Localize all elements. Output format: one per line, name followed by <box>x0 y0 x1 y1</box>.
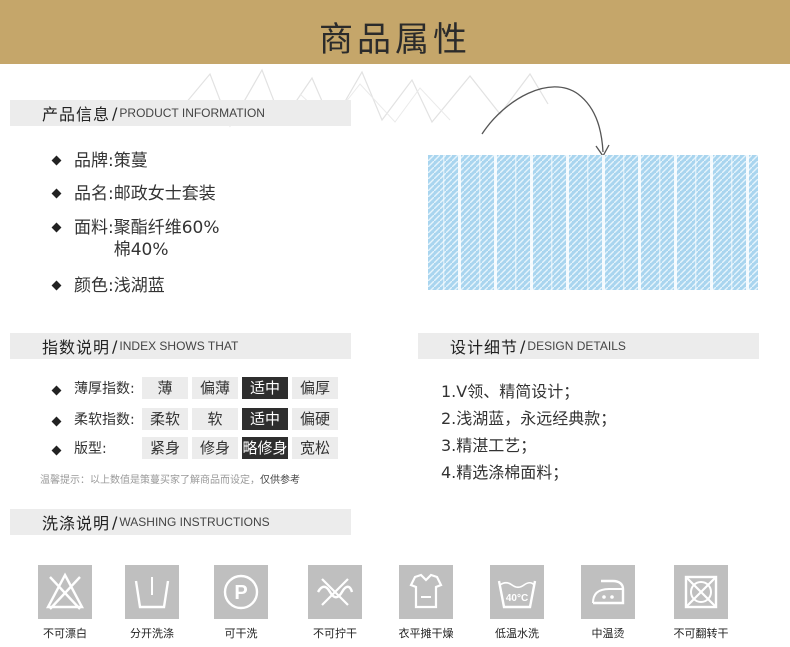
info-value: 聚酯纤维60% <box>113 218 220 238</box>
diamond-bullet-icon <box>52 446 62 456</box>
index-label-text: 薄厚指数: <box>74 381 135 397</box>
design-title-en: DESIGN DETAILS <box>527 339 626 353</box>
wash-label: 低温水洗 <box>495 627 539 640</box>
index-label: 薄厚指数: <box>52 378 142 398</box>
section-slash: / <box>520 336 526 356</box>
info-value-line2: 棉40% <box>113 240 169 260</box>
info-label: 品牌: <box>74 151 114 171</box>
section-slash: / <box>112 103 118 123</box>
info-value-stack: 聚酯纤维60% 棉40% <box>114 217 220 261</box>
index-row-softness: 柔软指数: 柔软 软 适中 偏硬 <box>52 408 338 430</box>
diamond-bullet-icon <box>52 156 62 166</box>
index-option: 偏硬 <box>292 408 338 430</box>
washing-title-en: WASHING INSTRUCTIONS <box>119 515 270 529</box>
wash-temp-text: 40°C <box>506 593 528 604</box>
index-option: 修身 <box>192 437 238 459</box>
index-label: 版型: <box>52 438 142 458</box>
index-option: 宽松 <box>292 437 338 459</box>
no-bleach-icon <box>38 565 92 619</box>
info-label: 品名: <box>74 184 114 204</box>
info-value: 邮政女士套装 <box>113 184 216 204</box>
wash-label: 不可翻转干 <box>673 627 729 640</box>
svg-text:P: P <box>234 582 247 604</box>
section-slash: / <box>112 512 118 532</box>
separate-wash-icon <box>125 565 179 619</box>
info-row-fabric: 面料: 聚酯纤维60% 棉40% <box>52 217 220 261</box>
index-header: 指数说明 / INDEX SHOWS THAT <box>10 333 351 359</box>
index-option: 软 <box>192 408 238 430</box>
wash-item-medium-iron: 中温烫 <box>563 565 653 641</box>
index-row-fit: 版型: 紧身 修身 略修身 宽松 <box>52 437 338 459</box>
design-item: 2.浅湖蓝，永远经典款； <box>441 409 617 428</box>
diamond-bullet-icon <box>52 189 62 199</box>
index-label: 柔软指数: <box>52 409 142 429</box>
wash-item-separate: 分开洗涤 <box>107 565 197 641</box>
low-temp-wash-icon: 40°C <box>490 565 544 619</box>
fabric-swatch-image <box>428 155 758 290</box>
washing-header: 洗涤说明 / WASHING INSTRUCTIONS <box>10 509 351 535</box>
page-title: 商品属性 <box>319 20 471 60</box>
design-item: 4.精选涤棉面料； <box>441 463 569 482</box>
info-row-brand: 品牌: 策蔓 <box>52 150 148 172</box>
no-tumble-dry-icon <box>674 565 728 619</box>
diamond-bullet-icon <box>52 386 62 396</box>
product-info-header: 产品信息 / PRODUCT INFORMATION <box>10 100 351 126</box>
wash-item-no-bleach: 不可漂白 <box>20 565 110 641</box>
wash-label: 衣平摊干燥 <box>398 627 454 640</box>
section-slash: / <box>112 336 118 356</box>
index-option: 适中 <box>242 377 288 399</box>
design-title-zh: 设计细节 <box>450 338 519 357</box>
wash-label: 可干洗 <box>224 627 258 640</box>
index-option: 紧身 <box>142 437 188 459</box>
wash-item-dry-clean: P 可干洗 <box>196 565 286 641</box>
info-row-name: 品名: 邮政女士套装 <box>52 183 216 205</box>
info-label: 面料: <box>74 218 114 238</box>
index-option: 略修身 <box>242 437 288 459</box>
wash-label: 分开洗涤 <box>130 627 174 640</box>
index-option: 偏厚 <box>292 377 338 399</box>
diamond-bullet-icon <box>52 417 62 427</box>
wash-item-no-wring: 不可拧干 <box>290 565 380 641</box>
index-row-thickness: 薄厚指数: 薄 偏薄 适中 偏厚 <box>52 377 338 399</box>
info-value: 浅湖蓝 <box>113 276 165 296</box>
reference-note: 温馨提示：以上数值是策蔓买家了解商品而设定，仅供参考 <box>40 471 300 486</box>
product-info-title-en: PRODUCT INFORMATION <box>119 106 265 120</box>
header-banner: 商品属性 <box>0 0 790 64</box>
index-title-en: INDEX SHOWS THAT <box>119 339 239 353</box>
wash-label: 不可漂白 <box>43 627 87 640</box>
index-label-text: 柔软指数: <box>74 412 135 428</box>
note-text: 温馨提示：以上数值是策蔓买家了解商品而设定， <box>40 475 260 486</box>
design-item: 1.V领、精简设计； <box>441 382 580 401</box>
medium-iron-icon <box>581 565 635 619</box>
diamond-bullet-icon <box>52 281 62 291</box>
index-option: 薄 <box>142 377 188 399</box>
washing-icons-row: 不可漂白 分开洗涤 P 可干洗 不可拧干 衣平摊干燥 40°C 低温水洗 中温烫… <box>0 565 790 645</box>
wash-item-flat-dry: 衣平摊干燥 <box>381 565 471 641</box>
design-details-list: 1.V领、精简设计； 2.浅湖蓝，永远经典款； 3.精湛工艺； 4.精选涤棉面料… <box>441 378 771 486</box>
index-title-zh: 指数说明 <box>42 338 111 357</box>
product-info-title-zh: 产品信息 <box>42 105 111 124</box>
design-header: 设计细节 / DESIGN DETAILS <box>418 333 759 359</box>
no-wring-icon <box>308 565 362 619</box>
diamond-bullet-icon <box>52 223 62 233</box>
index-option: 偏薄 <box>192 377 238 399</box>
wash-item-low-temp: 40°C 低温水洗 <box>472 565 562 641</box>
info-row-color: 颜色: 浅湖蓝 <box>52 275 165 297</box>
info-value: 策蔓 <box>113 151 148 171</box>
flat-dry-icon <box>399 565 453 619</box>
design-item: 3.精湛工艺； <box>441 436 537 455</box>
info-label: 颜色: <box>74 276 114 296</box>
wash-item-no-tumble: 不可翻转干 <box>656 565 746 641</box>
dry-clean-icon: P <box>214 565 268 619</box>
wash-label: 中温烫 <box>591 627 625 640</box>
index-label-text: 版型: <box>74 441 107 457</box>
index-option: 柔软 <box>142 408 188 430</box>
wash-label: 不可拧干 <box>313 627 357 640</box>
note-emphasis: 仅供参考 <box>260 475 300 486</box>
washing-title-zh: 洗涤说明 <box>42 514 111 533</box>
index-option: 适中 <box>242 408 288 430</box>
